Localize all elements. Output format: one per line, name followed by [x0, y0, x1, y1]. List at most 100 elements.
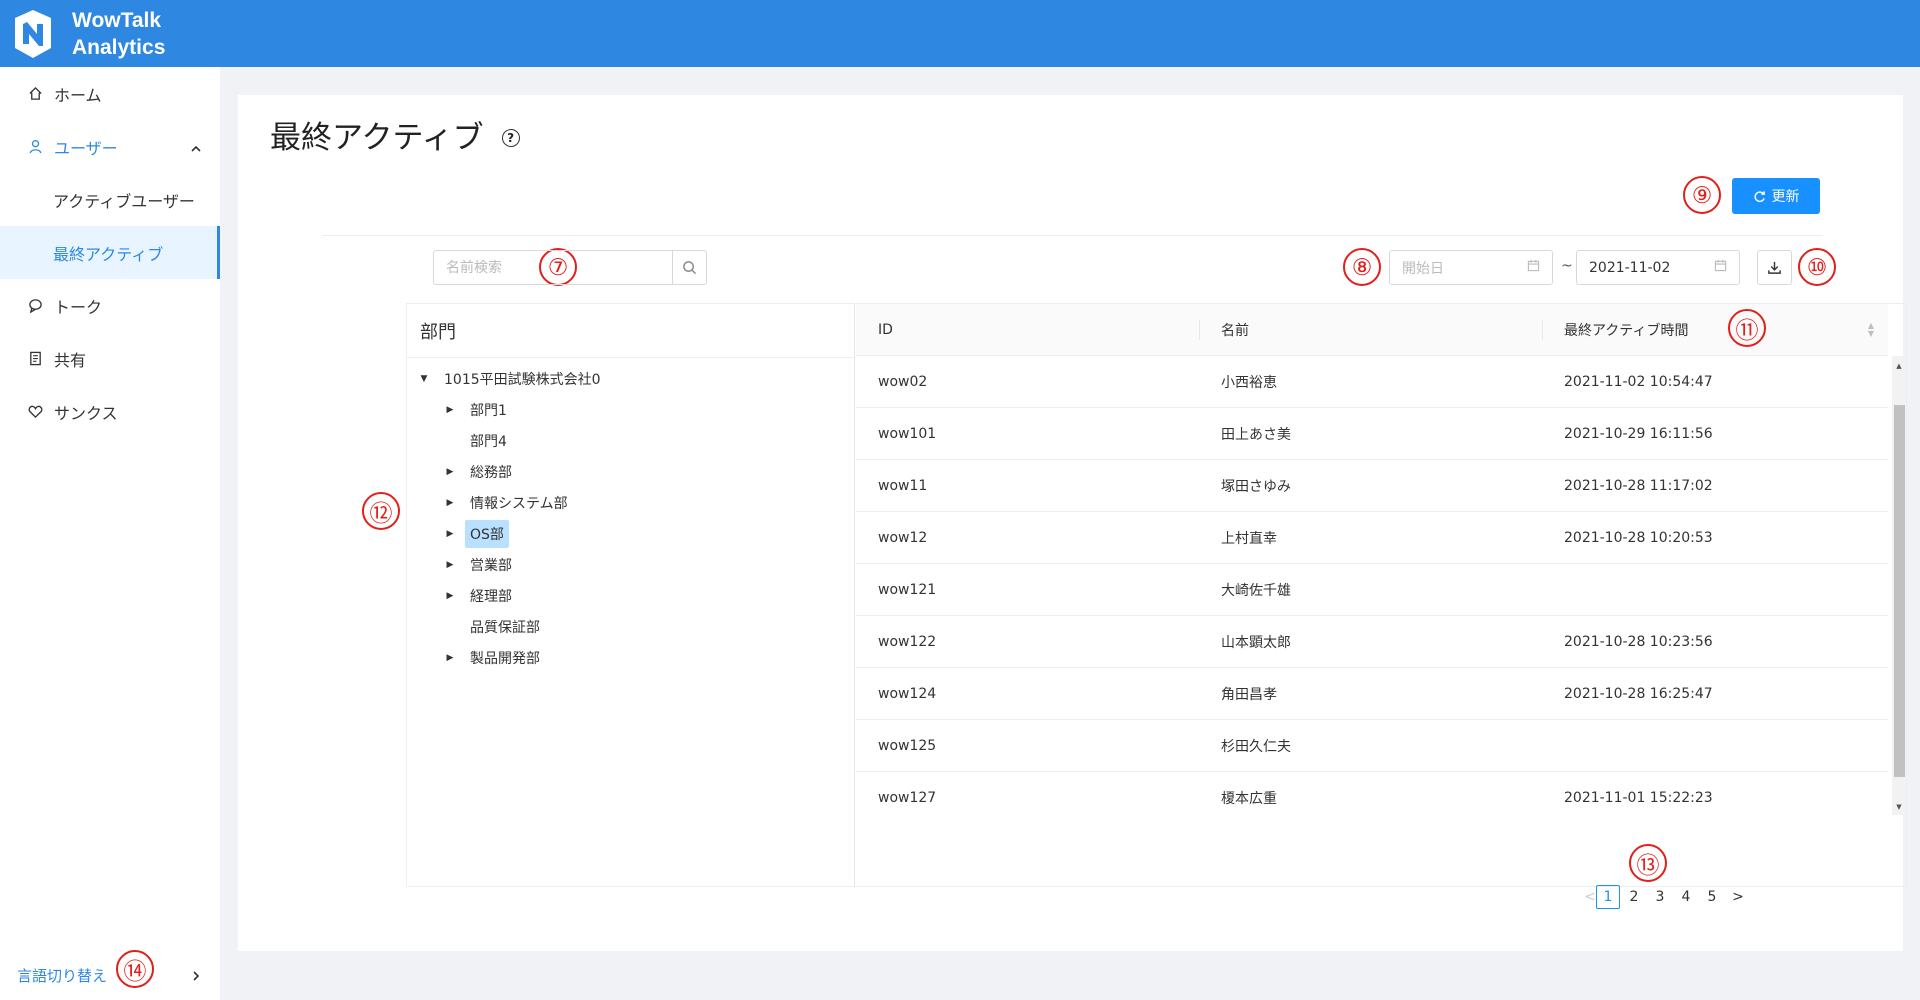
column-header-last-active[interactable]: 最終アクティブ時間 ▲ ▼ — [1542, 304, 1888, 355]
tree-node-label: 製品開発部 — [470, 650, 540, 667]
pagination-page-2[interactable]: 2 — [1622, 885, 1646, 909]
wowtalk-logo-icon[interactable] — [10, 9, 56, 59]
page-title: 最終アクティブ ? — [270, 112, 520, 157]
cell-name: 上村直幸 — [1221, 530, 1277, 547]
column-header-label: 最終アクティブ時間 — [1564, 322, 1689, 339]
cell-name: 大崎佐千雄 — [1221, 582, 1291, 599]
cell-last-active: 2021-10-28 10:23:56 — [1564, 633, 1713, 650]
caret-right-icon[interactable]: ▶ — [441, 591, 459, 601]
help-icon[interactable]: ? — [501, 128, 520, 147]
table-row[interactable]: wow127 榎本広重 2021-11-01 15:22:23 — [856, 772, 1888, 815]
table-row[interactable]: wow101 田上あさ美 2021-10-29 16:11:56 — [856, 408, 1888, 460]
main-content: 最終アクティブ ? 更新 ⑨ ⑦ ⑧ 開始日 ~ 2021-11-02 — [238, 95, 1907, 951]
refresh-button-label: 更新 — [1771, 188, 1800, 204]
home-icon — [26, 85, 44, 103]
calendar-icon — [1527, 259, 1540, 276]
caret-right-icon[interactable]: ▶ — [441, 560, 459, 570]
end-date-picker[interactable]: 2021-11-02 — [1576, 250, 1740, 285]
table-row[interactable]: wow11 塚田さゆみ 2021-10-28 11:17:02 — [856, 460, 1888, 512]
caret-down-icon[interactable]: ▼ — [415, 374, 433, 384]
sidebar-item-label: ホーム — [54, 85, 102, 105]
table-row[interactable]: wow02 小西裕恵 2021-11-02 10:54:47 — [856, 356, 1888, 408]
sidebar-subitem-label: 最終アクティブ — [53, 244, 164, 264]
chat-icon — [26, 297, 44, 315]
app-brand: WowTalk Analytics — [72, 7, 165, 61]
sidebar-subitem-last-active[interactable]: 最終アクティブ — [0, 226, 220, 279]
heart-icon — [26, 403, 44, 421]
cell-id: wow02 — [878, 373, 928, 390]
cell-last-active: 2021-11-01 15:22:23 — [1564, 789, 1713, 806]
caret-right-icon[interactable]: ▶ — [441, 529, 459, 539]
share-icon — [26, 350, 44, 368]
annotation-marker: ⑩ — [1798, 248, 1836, 286]
calendar-icon — [1714, 259, 1727, 276]
pagination-page-1[interactable]: 1 — [1596, 885, 1620, 909]
table-row[interactable]: wow125 杉田久仁夫 — [856, 720, 1888, 772]
tree-node[interactable]: ▶ 営業部 — [441, 549, 517, 580]
cell-id: wow124 — [878, 685, 937, 702]
cell-id: wow125 — [878, 737, 937, 754]
tree-node[interactable]: 部門4 — [441, 425, 512, 456]
search-input[interactable] — [434, 251, 672, 284]
column-header-id[interactable]: ID — [856, 304, 1199, 355]
column-header-name[interactable]: 名前 — [1199, 304, 1542, 355]
language-switch-label: 言語切り替え — [17, 966, 108, 985]
refresh-button[interactable]: 更新 — [1732, 178, 1820, 214]
cell-name: 山本顕太郎 — [1221, 634, 1291, 651]
pagination-page-4[interactable]: 4 — [1674, 885, 1698, 909]
sidebar-item-talk[interactable]: トーク — [0, 279, 220, 332]
tree-node-label: 営業部 — [470, 557, 512, 574]
sidebar-item-share[interactable]: 共有 — [0, 332, 220, 385]
sidebar-item-users[interactable]: ユーザー — [0, 120, 220, 173]
sort-icon[interactable]: ▲ ▼ — [1868, 322, 1874, 338]
tree-node-selected[interactable]: ▶ OS部 — [441, 518, 509, 549]
tree-node[interactable]: ▶ 製品開発部 — [441, 642, 545, 673]
table-body: wow02 小西裕恵 2021-11-02 10:54:47 wow101 田上… — [856, 356, 1888, 815]
cell-name: 小西裕恵 — [1221, 374, 1277, 391]
pagination-page-3[interactable]: 3 — [1648, 885, 1672, 909]
cell-id: wow11 — [878, 477, 928, 494]
table-row[interactable]: wow121 大崎佐千雄 — [856, 564, 1888, 616]
tree-node-label: 1015平田試験株式会社0 — [444, 371, 601, 388]
scroll-down-arrow-icon[interactable]: ▼ — [1892, 803, 1906, 811]
scroll-up-arrow-icon[interactable]: ▲ — [1892, 362, 1906, 370]
pagination-next[interactable]: > — [1726, 885, 1750, 909]
page-title-text: 最終アクティブ — [270, 120, 484, 156]
cell-id: wow122 — [878, 633, 937, 650]
department-tree: 部門 ▼ 1015平田試験株式会社0 ▶ 部門1 部門4 ▶ 総務部 ▶ 情報シ… — [406, 303, 855, 887]
scrollbar-thumb[interactable] — [1894, 405, 1905, 777]
tree-node-label: 部門4 — [470, 433, 507, 450]
table-row[interactable]: wow124 角田昌孝 2021-10-28 16:25:47 — [856, 668, 1888, 720]
caret-right-icon[interactable]: ▶ — [441, 467, 459, 477]
sidebar-subitem-active-users[interactable]: アクティブユーザー — [0, 173, 220, 226]
table-row[interactable]: wow122 山本顕太郎 2021-10-28 10:23:56 — [856, 616, 1888, 668]
tree-node[interactable]: ▶ 情報システム部 — [441, 487, 573, 518]
table-scrollbar[interactable]: ▲ ▼ — [1892, 356, 1906, 815]
chevron-up-icon — [190, 140, 202, 159]
tree-node[interactable]: 品質保証部 — [441, 611, 545, 642]
cell-id: wow101 — [878, 425, 937, 442]
caret-right-icon[interactable]: ▶ — [441, 653, 459, 663]
cell-name: 塚田さゆみ — [1221, 478, 1291, 495]
caret-right-icon[interactable]: ▶ — [441, 498, 459, 508]
tree-node[interactable]: ▶ 経理部 — [441, 580, 517, 611]
tree-header: 部門 — [407, 304, 854, 358]
annotation-marker: ⑪ — [1728, 309, 1766, 347]
search-icon[interactable] — [672, 251, 706, 284]
start-date-picker[interactable]: 開始日 — [1389, 250, 1553, 285]
tree-node[interactable]: ▶ 部門1 — [441, 394, 512, 425]
sidebar-item-thanks[interactable]: サンクス — [0, 385, 220, 438]
date-range-separator: ~ — [1561, 258, 1573, 274]
tree-node[interactable]: ▶ 総務部 — [441, 456, 517, 487]
annotation-marker: ⑫ — [362, 492, 400, 530]
table-row[interactable]: wow12 上村直幸 2021-10-28 10:20:53 — [856, 512, 1888, 564]
tree-node-label: 部門1 — [470, 402, 507, 419]
caret-right-icon[interactable]: ▶ — [441, 405, 459, 415]
language-switch[interactable]: 言語切り替え — [0, 950, 220, 1000]
refresh-icon — [1753, 190, 1765, 202]
tree-node[interactable]: ▼ 1015平田試験株式会社0 — [415, 363, 606, 394]
download-button[interactable] — [1757, 250, 1792, 285]
sidebar-item-home[interactable]: ホーム — [0, 67, 220, 120]
pagination-page-5[interactable]: 5 — [1700, 885, 1724, 909]
brand-line-2: Analytics — [72, 35, 166, 59]
